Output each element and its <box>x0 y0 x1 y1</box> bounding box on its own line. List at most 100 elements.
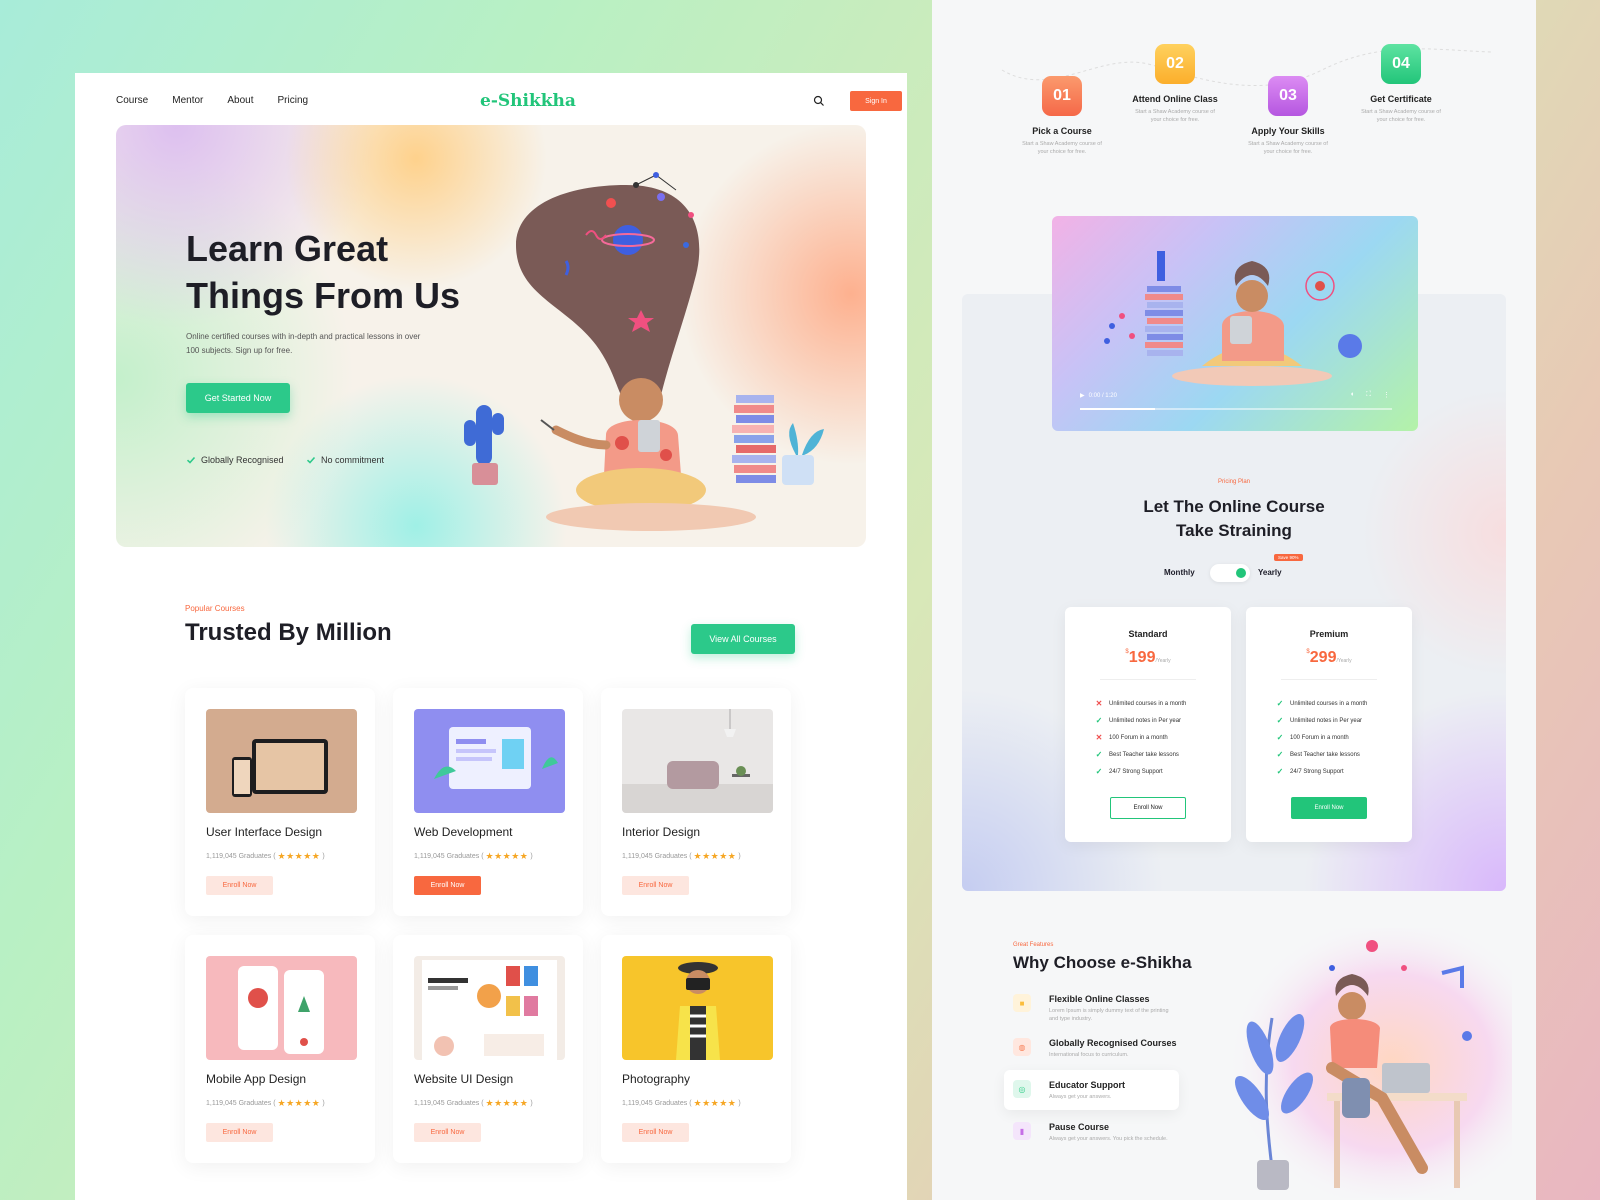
pricing-title-line2: Take Straining <box>1176 521 1292 540</box>
feature-desc: Always get your answers. <box>1049 1094 1112 1100</box>
feature-text: Best Teacher take lessons <box>1290 751 1360 758</box>
step-desc: Start a Shaw Academy course of your choi… <box>1361 109 1441 123</box>
video-progress-track[interactable] <box>1080 408 1392 410</box>
fullscreen-icon[interactable]: ⛶ <box>1366 391 1371 399</box>
check-no-commitment: No commitment <box>306 455 384 465</box>
course-title: Website UI Design <box>414 1072 514 1086</box>
volume-icon[interactable]: ◖ <box>1350 391 1354 399</box>
check-icon: ✓ <box>1095 767 1103 776</box>
step-number: 04 <box>1381 44 1421 84</box>
hero-title-line1: Learn Great <box>186 228 389 269</box>
course-card[interactable]: Website UI Design 1,119,045 Graduates ( … <box>393 935 583 1163</box>
course-image-ui <box>232 739 328 797</box>
step-title: Get Certificate <box>1370 94 1432 104</box>
course-card[interactable]: Photography 1,119,045 Graduates ( ★★★★★ … <box>601 935 791 1163</box>
course-thumbnail <box>414 709 565 813</box>
step-title: Apply Your Skills <box>1251 126 1325 136</box>
course-image-photography <box>676 962 720 1060</box>
landing-left-panel: Course Mentor About Pricing e-Shikkha Si… <box>75 73 907 1200</box>
courses-eyebrow: Popular Courses <box>185 604 245 613</box>
step-title: Attend Online Class <box>1132 94 1218 104</box>
step-attend-class: 02 Attend Online Class Start a Shaw Acad… <box>1120 44 1230 124</box>
enroll-now-button[interactable]: Enroll Now <box>206 1123 273 1142</box>
logo[interactable]: e-Shikkha <box>480 91 576 111</box>
nav-link-mentor[interactable]: Mentor <box>172 95 203 106</box>
check-icon: ✓ <box>1095 750 1103 759</box>
billing-yearly-label[interactable]: Yearly <box>1258 568 1282 577</box>
meta-close: ) <box>738 853 741 860</box>
video-progress-fill <box>1080 408 1155 410</box>
enroll-now-button[interactable]: Enroll Now <box>622 876 689 895</box>
plan-feature: ✓ Unlimited notes in Per year <box>1095 716 1181 725</box>
more-icon[interactable]: ⋮ <box>1383 391 1390 399</box>
course-thumbnail <box>206 956 357 1060</box>
feature-text: Unlimited courses in a month <box>1109 700 1187 707</box>
feature-title: Educator Support <box>1049 1080 1125 1090</box>
play-icon[interactable]: ▶ <box>1080 392 1085 399</box>
enroll-now-button[interactable]: Enroll Now <box>622 1123 689 1142</box>
course-card[interactable]: Mobile App Design 1,119,045 Graduates ( … <box>185 935 375 1163</box>
get-started-button[interactable]: Get Started Now <box>186 383 290 413</box>
rating-stars: ★★★★★ <box>485 1098 529 1108</box>
feature-title: Flexible Online Classes <box>1049 994 1150 1004</box>
pricing-eyebrow: Pricing Plan <box>1217 479 1250 485</box>
course-image-website <box>422 960 557 1060</box>
course-title: Photography <box>622 1072 691 1086</box>
graduates-count: 1,119,045 Graduates ( <box>414 1100 484 1107</box>
graduates-count: 1,119,045 Graduates ( <box>622 1100 692 1107</box>
check-icon <box>186 456 196 464</box>
pricing-title-line1: Let The Online Course <box>1143 497 1325 516</box>
course-thumbnail <box>622 956 773 1060</box>
enroll-now-button[interactable]: Enroll Now <box>206 876 273 895</box>
nav-link-pricing[interactable]: Pricing <box>278 95 309 106</box>
billing-monthly-label[interactable]: Monthly <box>1164 568 1195 577</box>
course-meta: 1,119,045 Graduates ( ★★★★★ ) <box>206 851 325 862</box>
check-icon: ✓ <box>1276 716 1284 725</box>
plan-price: $299/Yearly <box>1246 649 1412 667</box>
plan-feature: ✓ 100 Forum in a month <box>1276 733 1349 742</box>
rating-stars: ★★★★★ <box>277 1098 321 1108</box>
check-icon: ✓ <box>1276 733 1284 742</box>
video-player[interactable]: ▶ 0:00 / 1:20 ◖ ⛶ ⋮ <box>1052 216 1418 431</box>
feature-text: 100 Forum in a month <box>1290 734 1349 741</box>
course-thumbnail <box>206 709 357 813</box>
rating-stars: ★★★★★ <box>277 851 321 861</box>
nav-link-about[interactable]: About <box>227 95 253 106</box>
enroll-now-button[interactable]: Enroll Now <box>1291 797 1367 819</box>
why-illustration <box>1212 928 1512 1198</box>
landing-right-panel: 01 Pick a Course Start a Shaw Academy co… <box>932 0 1536 1200</box>
price-amount: 199 <box>1128 649 1156 666</box>
course-card[interactable]: Web Development 1,119,045 Graduates ( ★★… <box>393 688 583 916</box>
plan-price: $199/Yearly <box>1065 649 1231 667</box>
feature-title: Pause Course <box>1049 1122 1110 1132</box>
step-desc: Start a Shaw Academy course of your choi… <box>1022 141 1102 155</box>
course-title: Mobile App Design <box>206 1072 307 1086</box>
step-number: 01 <box>1042 76 1082 116</box>
meta-close: ) <box>530 1100 533 1107</box>
course-title: User Interface Design <box>206 825 323 839</box>
view-all-courses-button[interactable]: View All Courses <box>691 624 795 654</box>
billing-toggle[interactable] <box>1210 564 1250 582</box>
nav-link-course[interactable]: Course <box>116 95 148 106</box>
sign-in-button[interactable]: Sign In <box>850 91 902 111</box>
rating-stars: ★★★★★ <box>693 1098 737 1108</box>
course-meta: 1,119,045 Graduates ( ★★★★★ ) <box>622 851 741 862</box>
step-title: Pick a Course <box>1032 126 1092 136</box>
why-eyebrow: Great Features <box>1013 942 1054 948</box>
graduates-count: 1,119,045 Graduates ( <box>414 853 484 860</box>
search-icon[interactable] <box>813 95 825 107</box>
nav-links: Course Mentor About Pricing <box>116 95 308 106</box>
step-number: 03 <box>1268 76 1308 116</box>
hero-subtitle: Online certified courses with in-depth a… <box>186 332 421 355</box>
check-icon: ✓ <box>1276 767 1284 776</box>
enroll-now-button[interactable]: Enroll Now <box>414 1123 481 1142</box>
pause-icon: ▮ <box>1013 1122 1031 1140</box>
enroll-now-button[interactable]: Enroll Now <box>1110 797 1186 819</box>
meta-close: ) <box>322 1100 325 1107</box>
feature-text: 100 Forum in a month <box>1109 734 1168 741</box>
course-card[interactable]: User Interface Design 1,119,045 Graduate… <box>185 688 375 916</box>
enroll-now-button[interactable]: Enroll Now <box>414 876 481 895</box>
course-card[interactable]: Interior Design 1,119,045 Graduates ( ★★… <box>601 688 791 916</box>
feature-text: 24/7 Strong Support <box>1109 768 1163 775</box>
course-thumbnail <box>414 956 565 1060</box>
